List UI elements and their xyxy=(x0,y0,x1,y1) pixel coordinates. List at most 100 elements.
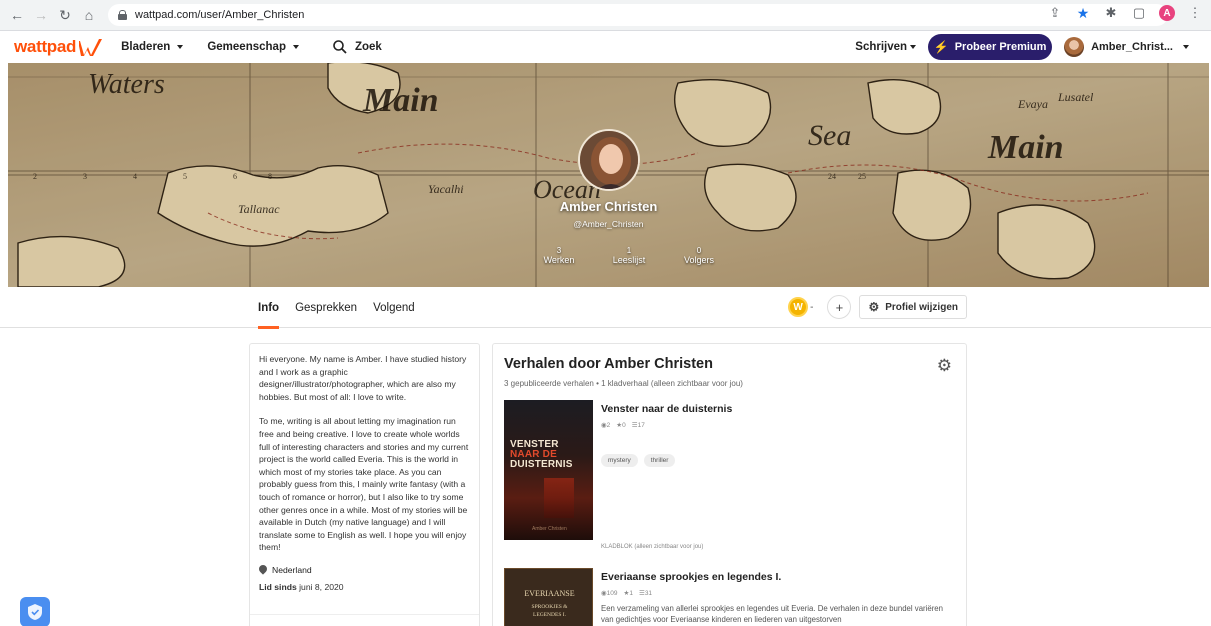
chevron-down-icon xyxy=(910,45,917,49)
cover-title-line: DUISTERNIS xyxy=(510,459,573,470)
votes-count: ★1 xyxy=(623,590,633,597)
member-since: Lid sinds juni 8, 2020 xyxy=(259,581,470,594)
shield-icon xyxy=(28,604,42,620)
community-label: Gemeenschap xyxy=(207,41,286,53)
try-premium-button[interactable]: ⚡ Probeer Premium xyxy=(928,34,1053,60)
about-panel: Hi everyone. My name is Amber. I have st… xyxy=(249,343,480,626)
search-label: Zoek xyxy=(354,41,382,53)
parts-count: ☰17 xyxy=(631,422,645,429)
divider xyxy=(250,614,479,615)
username-label: Amber_Christ... xyxy=(1091,41,1173,53)
search-icon xyxy=(333,40,347,54)
browse-label: Bladeren xyxy=(121,41,171,53)
stat-reading-list[interactable]: 1 Leeslijst xyxy=(594,246,664,265)
coin-count: - xyxy=(810,301,814,313)
profile-name: Amber Christen xyxy=(559,199,658,214)
logo-text: wattpad xyxy=(14,37,77,56)
profile-tabbar: Info Gesprekken Volgend W - + ⚙ Profiel … xyxy=(0,287,1211,329)
bio-paragraph: Hi everyone. My name is Amber. I have st… xyxy=(259,354,467,402)
story-title[interactable]: Everiaanse sprookjes en legendes I. xyxy=(601,571,781,583)
stat-reading-list-value: 1 xyxy=(626,246,632,255)
premium-label: Probeer Premium xyxy=(954,41,1047,53)
reads-count: ◉109 xyxy=(601,590,618,597)
cover-title: VENSTER NAAR DE DUISTERNIS xyxy=(510,440,573,470)
site-header: wattpad Bladeren Gemeenschap Zoek Schrij… xyxy=(0,31,1211,63)
share-icon[interactable]: ⇪ xyxy=(1047,5,1063,21)
browse-menu[interactable]: Bladeren xyxy=(121,41,184,53)
edit-profile-button[interactable]: ⚙ Profiel wijzigen xyxy=(859,295,967,319)
coin-button[interactable]: W - xyxy=(788,295,819,319)
stat-followers-label: Volgers xyxy=(683,255,715,265)
tab-conversations[interactable]: Gesprekken xyxy=(295,287,357,328)
stories-subheading: 3 gepubliceerde verhalen • 1 kladverhaal… xyxy=(504,379,743,388)
wattpad-logo[interactable]: wattpad xyxy=(14,37,103,57)
stat-works[interactable]: 3 Werken xyxy=(524,246,594,265)
home-icon[interactable]: ⌂ xyxy=(78,4,100,26)
tag-pill[interactable]: thriller xyxy=(643,454,676,467)
browser-profile-avatar[interactable]: A xyxy=(1159,5,1175,21)
stat-works-label: Werken xyxy=(543,255,575,265)
stat-reading-list-label: Leeslijst xyxy=(612,255,646,265)
stat-followers[interactable]: 0 Volgers xyxy=(664,246,734,265)
stat-followers-value: 0 xyxy=(696,246,702,255)
add-coins-button[interactable]: + xyxy=(827,295,852,319)
cover-title: EVERIAANSE xyxy=(524,589,575,598)
tab-info[interactable]: Info xyxy=(258,287,280,329)
profile-stats: 3 Werken 1 Leeslijst 0 Volgers xyxy=(524,246,734,265)
story-title[interactable]: Venster naar de duisternis xyxy=(601,403,732,415)
location: Nederland xyxy=(259,564,470,577)
member-since-label: Lid sinds xyxy=(259,581,297,592)
coin-icon: W xyxy=(788,297,809,317)
address-bar[interactable]: wattpad.com/user/Amber_Christen xyxy=(108,4,1168,26)
location-text: Nederland xyxy=(272,564,312,575)
gear-icon: ⚙ xyxy=(868,300,880,314)
extensions-puzzle-icon[interactable]: ✱ xyxy=(1103,5,1119,21)
story-meta: ◉109 ★1 ☰31 xyxy=(601,589,652,597)
profile-banner: Waters Main Sea Main Ocean Yacalhi Talla… xyxy=(8,63,1209,287)
chevron-down-icon xyxy=(292,45,299,49)
draft-label: KLADBLOK (alleen zichtbaar voor jou) xyxy=(601,544,704,550)
write-menu[interactable]: Schrijven xyxy=(855,41,917,53)
bio-paragraph: To me, writing is all about letting my i… xyxy=(259,416,469,553)
parts-count: ☰31 xyxy=(638,590,653,597)
forward-arrow-icon[interactable]: → xyxy=(30,4,52,26)
stories-heading: Verhalen door Amber Christen xyxy=(504,356,713,372)
story-tags: mystery thriller xyxy=(601,454,676,467)
location-pin-icon xyxy=(259,565,267,575)
chevron-down-icon xyxy=(1183,45,1189,49)
tag-pill[interactable]: mystery xyxy=(601,454,638,467)
cover-author: Amber Christen xyxy=(532,526,567,532)
edit-profile-label: Profiel wijzigen xyxy=(885,301,958,313)
side-panel-icon[interactable]: ▢ xyxy=(1131,5,1147,21)
browser-toolbar: ← → ↻ ⌂ wattpad.com/user/Amber_Christen … xyxy=(0,0,1211,31)
profile-avatar xyxy=(578,129,640,191)
reads-count: ◉2 xyxy=(601,422,611,429)
bookmark-star-icon[interactable]: ★ xyxy=(1075,5,1091,21)
story-meta: ◉2 ★0 ☰17 xyxy=(601,421,645,429)
stories-panel: Verhalen door Amber Christen 3 gepublice… xyxy=(492,343,967,626)
stat-works-value: 3 xyxy=(556,246,562,255)
url-text: wattpad.com/user/Amber_Christen xyxy=(135,9,305,21)
member-since-date: juni 8, 2020 xyxy=(299,581,344,592)
lightning-icon: ⚡ xyxy=(933,40,949,54)
write-label: Schrijven xyxy=(855,41,908,53)
kebab-menu-icon[interactable]: ⋮ xyxy=(1187,5,1203,21)
cover-subtitle: SPROOKJES & LEGENDES I. xyxy=(531,604,568,618)
community-menu[interactable]: Gemeenschap xyxy=(207,41,299,53)
search-button[interactable]: Zoek xyxy=(333,40,382,54)
back-arrow-icon[interactable]: ← xyxy=(6,4,28,26)
profile-photo-image xyxy=(580,131,638,189)
lock-icon[interactable] xyxy=(118,10,127,20)
cover-art xyxy=(544,478,574,518)
story-description: Een verzameling van allerlei sprookjes e… xyxy=(601,604,943,624)
privacy-shield-button[interactable] xyxy=(20,597,50,626)
avatar xyxy=(1064,37,1085,57)
reload-icon[interactable]: ↻ xyxy=(54,4,76,26)
profile-handle: @Amber_Christen xyxy=(573,219,644,229)
story-cover[interactable]: VENSTER NAAR DE DUISTERNIS Amber Christe… xyxy=(504,400,593,540)
user-menu[interactable]: Amber_Christ... xyxy=(1064,37,1189,57)
tab-following[interactable]: Volgend xyxy=(373,287,415,328)
logo-w-icon xyxy=(79,39,103,56)
gear-icon[interactable]: ⚙ xyxy=(937,356,952,376)
story-cover[interactable]: EVERIAANSE SPROOKJES & LEGENDES I. xyxy=(504,568,593,626)
